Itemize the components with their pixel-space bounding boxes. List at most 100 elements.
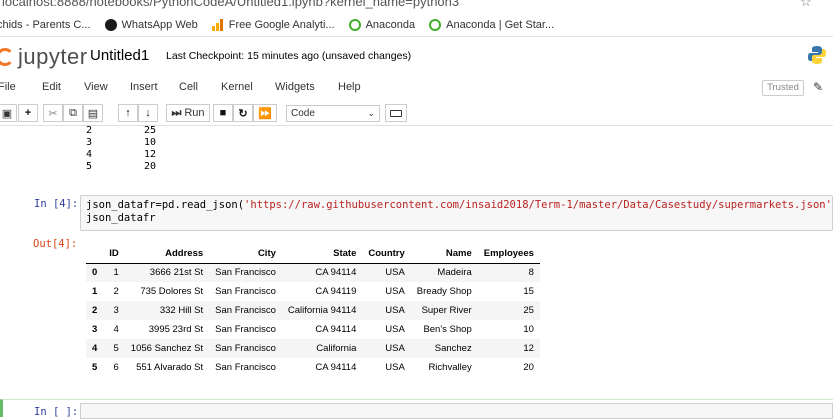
move-down-icon[interactable]: ↓ [138,104,158,122]
jupyter-logo[interactable]: jupyter [0,44,88,70]
browser-url-bar[interactable]: localhost:8888/notebooks/PythonCodeA/Unt… [0,0,833,12]
bookmarks-bar: chids - Parents C... WhatsApp Web Free G… [0,13,833,37]
column-header: Country [362,244,411,264]
table-cell: Bready Shop [416,286,472,297]
menu-edit[interactable]: Edit [42,81,61,93]
cut-icon[interactable]: ✂ [43,104,63,122]
dataframe-table: ID Address City State Country Name Emplo… [86,244,540,377]
table-cell: USA [385,305,405,316]
table-cell: 1 [113,267,119,279]
code-input[interactable]: json_datafr=pd.read_json('https://raw.gi… [80,195,833,231]
pencil-icon[interactable]: ✎ [813,80,823,94]
table-cell: Ben's Shop [423,324,472,335]
table-cell: CA 94114 [315,324,357,335]
output-row: 5 20 [86,161,157,172]
checkpoint-status: Last Checkpoint: 15 minutes ago (unsaved… [166,50,412,62]
menu-kernel[interactable]: Kernel [221,81,253,93]
bookmark-star-icon[interactable]: ☆ [800,0,812,10]
bookmark-item[interactable]: Anaconda [348,18,416,31]
table-row: 5 6 551 Alvarado St San Francisco CA 94114 US… [86,358,540,377]
table-cell: CA 94114 [315,267,357,279]
previous-cell-output: 2 25 3 10 4 12 5 20 [86,125,156,173]
cell-type-select[interactable]: Code ⌄ [286,105,380,122]
paste-icon[interactable]: ▤ [83,104,103,122]
table-row: 3 4 3995 23rd St San Francisco CA 94114 USA Be… [86,320,540,339]
column-header: Address [124,244,210,264]
restart-icon[interactable]: ↻ [233,104,253,122]
table-cell: Sanchez [434,343,472,354]
table-cell: 551 Alvarado St [136,362,204,373]
column-header: Employees [477,244,540,264]
command-palette-button[interactable] [385,104,407,122]
table-cell: 25 [523,305,534,316]
add-cell-icon[interactable]: + [18,104,38,122]
menu-cell[interactable]: Cell [179,81,198,93]
table-row: 4 5 1056 Sanchez St San Francisco California… [86,339,540,358]
notebook-toolbar: ▣ + ✂ ⧉ ▤ ↑ ↓ ⏭ Run ■ ↻ ⏩ Code ⌄ [0,102,833,126]
table-cell: 1056 Sanchez St [130,343,204,354]
menubar: File Edit View Insert Cell Kernel Widget… [0,75,833,101]
table-cell: CA 94114 [315,362,357,373]
trusted-badge[interactable]: Trusted [762,80,804,96]
table-cell: Super River [421,305,472,316]
table-cell: San Francisco [215,324,276,335]
bookmark-item[interactable]: Anaconda | Get Star... [429,18,555,31]
table-row: 2 3 332 Hill St San Francisco California 941… [86,301,540,320]
column-header [86,244,104,264]
bookmark-label: Anaconda [365,18,416,31]
table-cell: 5 [92,362,98,373]
table-cell: USA [385,324,405,335]
table-cell: 6 [113,362,119,373]
jupyter-logo-icon [0,48,14,66]
table-cell: San Francisco [215,267,276,279]
bookmark-item[interactable]: WhatsApp Web [104,18,198,31]
bookmark-item[interactable]: chids - Parents C... [0,19,91,31]
table-cell: 20 [523,362,534,373]
bookmark-label: WhatsApp Web [121,18,198,31]
jupyter-header: jupyter Untitled1 Last Checkpoint: 15 mi… [0,38,833,74]
whatsapp-icon [104,18,117,31]
table-cell: San Francisco [215,343,276,354]
column-header: Name [410,244,478,264]
menu-help[interactable]: Help [338,81,361,93]
table-cell: 5 [113,343,119,354]
bookmark-label: chids - Parents C... [0,18,91,31]
table-cell: 4 [92,343,98,354]
menu-insert[interactable]: Insert [130,81,158,93]
notebook-title[interactable]: Untitled1 [90,47,149,64]
analytics-icon [211,18,224,31]
table-header-row: ID Address City State Country Name Emplo… [86,244,540,264]
save-icon[interactable]: ▣ [0,104,17,122]
bookmark-label: Anaconda | Get Star... [446,18,555,31]
copy-icon[interactable]: ⧉ [63,104,83,122]
table-row: 1 2 735 Dolores St San Francisco CA 94119 USA… [86,282,540,301]
table-cell: 8 [528,267,534,279]
notebook-area[interactable]: 2 25 3 10 4 12 5 20 In [4]: json_datafr=pd.r… [0,125,833,419]
table-cell: Richvalley [428,362,472,373]
move-up-icon[interactable]: ↑ [118,104,138,122]
url-text[interactable]: localhost:8888/notebooks/PythonCodeA/Unt… [2,0,459,9]
output-row: 3 10 [86,137,157,148]
menu-file[interactable]: File [0,81,16,93]
jupyter-logo-text: jupyter [18,44,88,69]
chevron-down-icon: ⌄ [367,108,375,118]
table-cell: San Francisco [215,286,276,297]
run-label: Run [184,107,205,119]
anaconda-icon [429,18,442,31]
table-cell: 2 [113,286,119,297]
table-cell: CA 94119 [315,286,357,297]
bookmark-item[interactable]: Free Google Analyti... [211,18,335,31]
menu-widgets[interactable]: Widgets [275,81,315,93]
menu-view[interactable]: View [84,81,108,93]
table-cell: 3666 21st St [149,267,204,279]
stop-icon[interactable]: ■ [213,104,233,122]
run-button[interactable]: ⏭ Run [166,104,210,122]
column-header: ID [103,244,125,264]
run-icon: ⏭ [171,106,182,119]
table-cell: 10 [523,324,534,335]
table-cell: 3 [92,324,98,335]
restart-run-all-icon[interactable]: ⏩ [253,104,277,122]
table-cell: 3995 23rd St [148,324,204,335]
table-cell: 2 [92,305,98,316]
table-cell: 735 Dolores St [140,286,204,297]
